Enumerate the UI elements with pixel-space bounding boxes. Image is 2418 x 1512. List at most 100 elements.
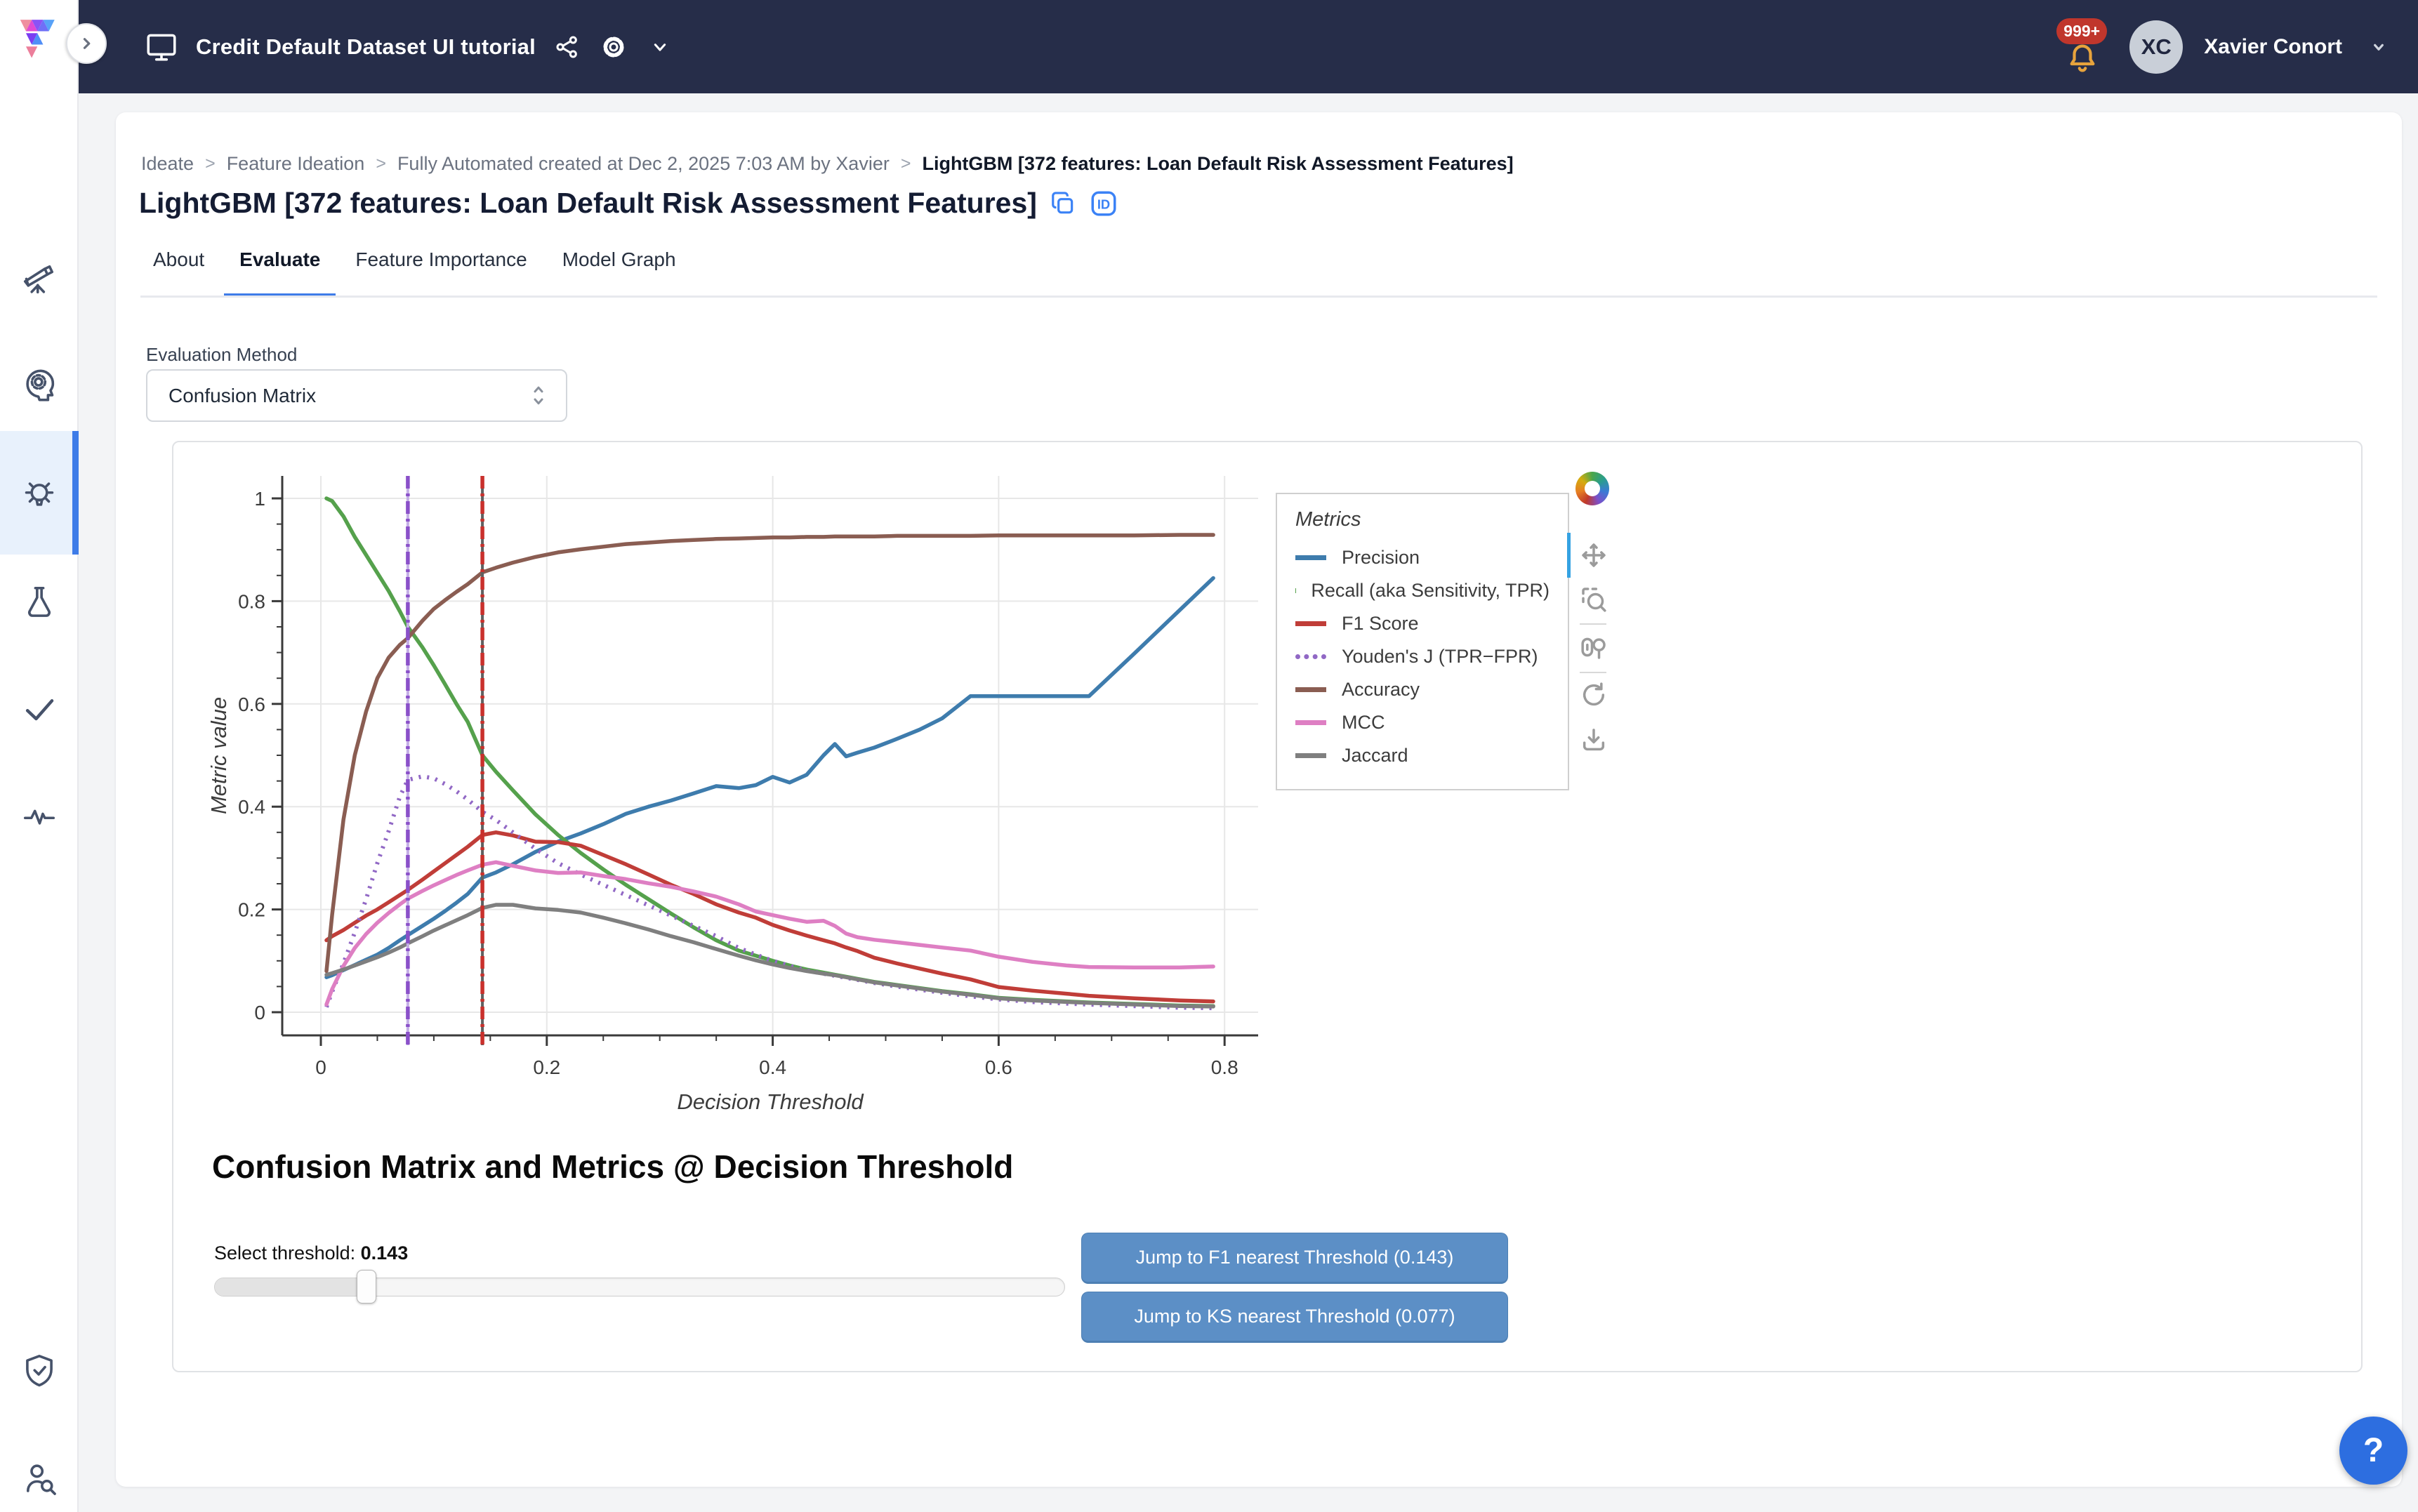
- notification-badge: 999+: [2056, 18, 2107, 44]
- copy-name-button[interactable]: [1050, 190, 1076, 217]
- chart-legend: Metrics Precision Recall (aka Sensitivity…: [1276, 493, 1569, 790]
- notifications-button[interactable]: 999+: [2062, 15, 2111, 79]
- jump-ks-threshold-button[interactable]: Jump to KS nearest Threshold (0.077): [1081, 1292, 1508, 1343]
- tab-evaluate[interactable]: Evaluate: [224, 240, 336, 298]
- user-search-icon: [20, 1459, 58, 1497]
- legend-item[interactable]: MCC: [1295, 706, 1550, 739]
- legend-item[interactable]: F1 Score: [1295, 607, 1550, 640]
- svg-text:Decision Threshold: Decision Threshold: [677, 1089, 864, 1114]
- copy-id-button[interactable]: ID: [1089, 189, 1118, 218]
- legend-label: MCC: [1342, 712, 1385, 734]
- svg-text:0.6: 0.6: [238, 694, 265, 715]
- jump-f1-threshold-button[interactable]: Jump to F1 nearest Threshold (0.143): [1081, 1233, 1508, 1284]
- legend-item[interactable]: Recall (aka Sensitivity, TPR): [1295, 574, 1550, 607]
- bell-icon: [2066, 41, 2099, 73]
- brain-gear-icon: [20, 366, 58, 404]
- threshold-slider[interactable]: [214, 1269, 1065, 1304]
- sidebar-expand-button[interactable]: [66, 23, 107, 64]
- sidebar-item-check[interactable]: [17, 687, 62, 731]
- monitor-icon: [144, 29, 179, 65]
- active-tool-indicator: [1567, 533, 1571, 578]
- legend-label: Precision: [1342, 547, 1420, 569]
- metrics-line-chart[interactable]: 00.20.40.60.8100.20.40.60.8Metric valueD…: [205, 463, 1265, 1116]
- bokeh-logo-icon[interactable]: [1575, 472, 1609, 505]
- svg-text:ID: ID: [1097, 197, 1110, 211]
- user-menu-chevron-icon[interactable]: [2367, 36, 2390, 58]
- svg-text:1: 1: [254, 488, 265, 510]
- tab-bar: AboutEvaluateFeature ImportanceModel Gra…: [138, 240, 692, 298]
- sidebar-item-pulse[interactable]: [17, 794, 62, 839]
- pan-icon: [1580, 541, 1608, 569]
- breadcrumb-item[interactable]: Feature Ideation: [227, 153, 365, 175]
- tab-feature-importance[interactable]: Feature Importance: [340, 240, 542, 298]
- project-menu-button[interactable]: [645, 32, 675, 62]
- tab-about[interactable]: About: [138, 240, 220, 298]
- user-avatar[interactable]: XC: [2129, 20, 2183, 74]
- legend-label: Accuracy: [1342, 679, 1420, 701]
- sidebar-item-brain-gear[interactable]: [17, 363, 62, 408]
- svg-text:0.2: 0.2: [533, 1056, 560, 1078]
- breadcrumb-separator: >: [901, 154, 911, 174]
- evaluation-method-label: Evaluation Method: [146, 344, 297, 366]
- evaluation-method-select[interactable]: Confusion Matrix: [146, 369, 567, 422]
- sidebar-item-shield-check[interactable]: [17, 1348, 62, 1393]
- page-title: LightGBM [372 features: Loan Default Ris…: [139, 187, 1037, 220]
- left-sidebar: [0, 0, 79, 1512]
- box-zoom-tool-button[interactable]: [1578, 584, 1609, 615]
- tab-model-graph[interactable]: Model Graph: [547, 240, 692, 298]
- featurebyte-logo[interactable]: [15, 14, 63, 65]
- share-icon: [553, 33, 581, 61]
- wheel-zoom-icon: [1580, 633, 1608, 661]
- legend-label: F1 Score: [1342, 613, 1419, 635]
- breadcrumb-item[interactable]: Ideate: [141, 153, 194, 175]
- chevron-right-icon: [76, 33, 97, 54]
- wheel-zoom-tool-button[interactable]: [1578, 632, 1609, 663]
- id-badge-icon: ID: [1089, 189, 1118, 218]
- pan-tool-button[interactable]: [1578, 540, 1609, 571]
- project-title: Credit Default Dataset UI tutorial: [196, 34, 536, 60]
- legend-item[interactable]: Accuracy: [1295, 673, 1550, 706]
- tab-divider: [140, 296, 2377, 298]
- telescope-icon: [20, 259, 58, 297]
- breadcrumb-item[interactable]: Fully Automated created at Dec 2, 2025 7…: [397, 153, 890, 175]
- share-button[interactable]: [553, 32, 582, 62]
- svg-text:0.8: 0.8: [1211, 1056, 1238, 1078]
- svg-text:0.4: 0.4: [759, 1056, 786, 1078]
- sidebar-item-user-search[interactable]: [17, 1456, 62, 1501]
- breadcrumb-separator: >: [205, 154, 216, 174]
- settings-button[interactable]: [599, 32, 628, 62]
- legend-item[interactable]: Jaccard: [1295, 739, 1550, 772]
- sidebar-item-telescope[interactable]: [17, 256, 62, 300]
- reset-icon: [1580, 681, 1608, 709]
- shield-check-icon: [20, 1352, 58, 1390]
- legend-label: Jaccard: [1342, 745, 1408, 767]
- svg-text:Metric value: Metric value: [206, 697, 231, 814]
- legend-swatch: [1295, 720, 1326, 725]
- pulse-icon: [20, 797, 58, 835]
- toolbar-divider: [1580, 672, 1606, 673]
- breadcrumb-separator: >: [376, 154, 386, 174]
- copy-icon: [1050, 190, 1076, 217]
- breadcrumb-item: LightGBM [372 features: Loan Default Ris…: [922, 153, 1513, 175]
- legend-swatch: [1295, 621, 1326, 626]
- legend-swatch: [1295, 687, 1326, 692]
- reset-tool-button[interactable]: [1578, 679, 1609, 710]
- legend-title: Metrics: [1295, 508, 1550, 531]
- svg-text:0.8: 0.8: [238, 590, 265, 612]
- legend-label: Recall (aka Sensitivity, TPR): [1311, 580, 1550, 602]
- slider-thumb[interactable]: [357, 1270, 376, 1304]
- box-zoom-icon: [1580, 585, 1608, 614]
- legend-item[interactable]: Youden's J (TPR−FPR): [1295, 640, 1550, 673]
- legend-item[interactable]: Precision: [1295, 541, 1550, 574]
- legend-swatch: [1295, 555, 1326, 560]
- legend-label: Youden's J (TPR−FPR): [1342, 646, 1538, 668]
- save-tool-button[interactable]: [1578, 724, 1609, 755]
- slider-fill: [215, 1278, 367, 1296]
- svg-text:0: 0: [254, 1002, 265, 1023]
- svg-text:0: 0: [315, 1056, 326, 1078]
- sidebar-item-flask[interactable]: [17, 580, 62, 625]
- select-chevrons-icon: [528, 383, 549, 409]
- select-threshold-value: 0.143: [361, 1242, 409, 1264]
- help-button[interactable]: ?: [2339, 1417, 2407, 1485]
- sidebar-item-lightbulb[interactable]: [17, 472, 62, 517]
